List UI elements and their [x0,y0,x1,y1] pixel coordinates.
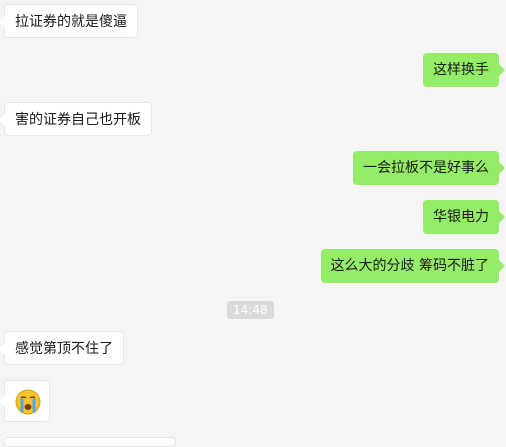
message-incoming[interactable]: 感觉第顶不住了 [0,331,124,365]
message-incoming[interactable]: 害的证券自己也开板 [0,102,152,136]
message-outgoing[interactable]: 这么大的分歧 筹码不脏了 [320,249,506,283]
crying-face-icon [15,389,41,415]
message-outgoing[interactable]: 华银电力 [423,200,505,234]
chat-message-area[interactable]: 拉证券的就是傻逼 这样换手 害的证券自己也开板 一会拉板不是好事么 华银电力 这… [0,0,506,447]
message-outgoing[interactable]: 这样换手 [423,53,505,87]
message-timestamp: 14:48 [227,301,274,319]
message-incoming[interactable] [4,437,176,447]
message-incoming[interactable]: 拉证券的就是傻逼 [0,4,138,38]
message-incoming-emoji[interactable] [0,380,50,422]
message-outgoing[interactable]: 一会拉板不是好事么 [353,151,505,185]
